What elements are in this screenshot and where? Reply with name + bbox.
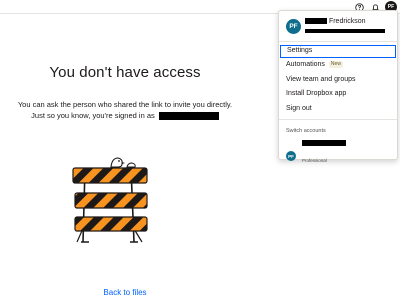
- signed-in-line: Just so you know, you're signed in as: [0, 111, 250, 121]
- redacted-email: [158, 112, 219, 121]
- account-menu: PF Fredrickson Settings Automations New V…: [278, 10, 398, 163]
- account-header: PF Fredrickson: [279, 11, 397, 43]
- user-last-name: Fredrickson: [328, 18, 366, 25]
- access-explanation: You can ask the person who shared the li…: [17, 100, 233, 109]
- back-to-files-link[interactable]: Back to files: [0, 288, 250, 297]
- signed-in-text: Just so you know, you're signed in as: [31, 111, 155, 120]
- menu-item-install-app[interactable]: Install Dropbox app: [280, 88, 396, 101]
- account-plan: Professional: [302, 158, 327, 163]
- menu-item-automations[interactable]: Automations New: [280, 59, 396, 72]
- divider: [279, 119, 397, 120]
- divider: [279, 41, 397, 42]
- switch-accounts-label: Switch accounts: [286, 128, 326, 134]
- redacted-user-email: [305, 29, 385, 33]
- user-name: Fredrickson: [305, 18, 366, 25]
- barricade-illustration: [72, 157, 148, 243]
- switch-account-avatar[interactable]: PF: [286, 151, 296, 161]
- redacted-first-name: [305, 18, 327, 25]
- menu-item-label: Automations: [286, 61, 325, 68]
- menu-item-view-team[interactable]: View team and groups: [280, 74, 396, 87]
- menu-item-sign-out[interactable]: Sign out: [280, 103, 396, 116]
- page-title: You don't have access: [49, 64, 201, 81]
- redacted-account-name[interactable]: [302, 140, 346, 146]
- new-badge: New: [328, 60, 343, 68]
- menu-avatar: PF: [286, 19, 301, 34]
- menu-item-settings[interactable]: Settings: [280, 45, 396, 58]
